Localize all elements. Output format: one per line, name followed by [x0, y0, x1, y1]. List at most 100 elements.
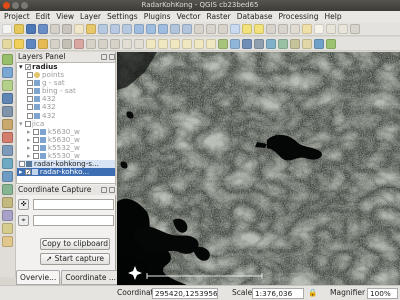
minimize-window-icon[interactable] [12, 2, 19, 9]
python-console-icon[interactable] [314, 38, 324, 49]
scale-lock-icon[interactable]: 🔒 [308, 286, 317, 300]
plugin-icon[interactable] [326, 38, 336, 49]
layer-tree-row[interactable]: 432 [17, 103, 115, 111]
menu-database[interactable]: Database [234, 11, 276, 22]
add-wms-icon[interactable] [2, 158, 13, 169]
select-icon[interactable] [242, 23, 252, 34]
save-edits-icon[interactable] [26, 38, 36, 49]
pin-label-icon[interactable] [158, 38, 168, 49]
menu-layer[interactable]: Layer [77, 11, 104, 22]
layer-checkbox[interactable] [32, 153, 39, 160]
open-project-icon[interactable] [14, 23, 24, 34]
measure-icon[interactable] [290, 23, 300, 34]
add-layer-icon[interactable] [2, 54, 13, 65]
layer-tree-row[interactable]: 432 [17, 95, 115, 103]
layer-checkbox[interactable] [24, 169, 31, 176]
current-edits-icon[interactable] [2, 38, 12, 49]
zoom-native-icon[interactable] [122, 23, 132, 34]
layer-checkbox[interactable] [32, 136, 39, 143]
layer-checkbox[interactable] [32, 144, 39, 151]
add-postgis-icon[interactable] [2, 93, 13, 104]
layout-manager-icon[interactable] [62, 23, 72, 34]
add-oracle-icon[interactable] [2, 132, 13, 143]
menu-settings[interactable]: Settings [104, 11, 141, 22]
menu-project[interactable]: Project [1, 11, 33, 22]
layer-tree-row[interactable]: ▾ radius [17, 63, 115, 71]
deselect-icon[interactable] [254, 23, 264, 34]
refresh-icon[interactable] [218, 23, 228, 34]
copy-to-clipboard-button[interactable]: Copy to clipboard [40, 238, 110, 250]
help-icon[interactable] [350, 23, 360, 34]
delete-selected-icon[interactable] [74, 38, 84, 49]
layer-checkbox[interactable] [27, 72, 33, 79]
new-map-view-icon[interactable] [194, 23, 204, 34]
layer-tree-row[interactable]: bing - sat [17, 87, 115, 95]
layer-tree-row[interactable]: points [17, 71, 115, 79]
menu-help[interactable]: Help [322, 11, 345, 22]
dock-float-icon[interactable] [101, 54, 107, 60]
crs-selector-icon[interactable]: ✜ [18, 198, 29, 210]
add-mesh-icon[interactable] [2, 80, 13, 91]
map-tips-icon[interactable] [314, 23, 324, 34]
move-label-icon[interactable] [182, 38, 192, 49]
coordinate-field-2[interactable] [33, 214, 114, 226]
print-layout-icon[interactable] [50, 23, 60, 34]
copy-features-icon[interactable] [98, 38, 108, 49]
zoom-selection-icon[interactable] [146, 23, 156, 34]
add-feature-icon[interactable] [38, 38, 48, 49]
new-shapefile-icon[interactable] [302, 38, 312, 49]
layer-checkbox[interactable] [27, 112, 33, 119]
layer-checkbox[interactable] [24, 120, 31, 127]
node-tool-icon[interactable] [62, 38, 72, 49]
coordinate-field[interactable]: 295420,1253956 [152, 288, 218, 299]
change-label-icon[interactable] [206, 38, 216, 49]
maximize-window-icon[interactable] [21, 2, 28, 9]
dock-close-icon[interactable] [109, 187, 115, 193]
add-mssql-icon[interactable] [2, 119, 13, 130]
layer-tree-row[interactable]: ▸ radar-kohko... [17, 168, 115, 177]
zoom-out-icon[interactable] [110, 23, 120, 34]
layer-checkbox[interactable] [27, 96, 33, 103]
add-virtual-layer-icon[interactable] [2, 210, 13, 221]
add-postgis-layer-icon[interactable] [242, 38, 252, 49]
layer-checkbox[interactable] [27, 80, 33, 87]
toggle-editing-icon[interactable] [14, 38, 24, 49]
scale-field[interactable]: 1:376,036 [252, 288, 304, 299]
save-project-icon[interactable] [26, 23, 36, 34]
zoom-full-icon[interactable] [134, 23, 144, 34]
add-vector-layer-icon[interactable] [218, 38, 228, 49]
start-capture-button[interactable]: ➚ Start capture [40, 253, 110, 265]
add-wfs-layer-icon[interactable] [278, 38, 288, 49]
menu-view[interactable]: View [53, 11, 77, 22]
redo-icon[interactable] [134, 38, 144, 49]
dock-close-icon[interactable] [109, 54, 115, 60]
attribute-table-icon[interactable] [266, 23, 276, 34]
menu-raster[interactable]: Raster [203, 11, 233, 22]
text-annotation-icon[interactable] [338, 23, 348, 34]
zoom-in-icon[interactable] [98, 23, 108, 34]
label-tool-icon[interactable] [146, 38, 156, 49]
zoom-next-icon[interactable] [182, 23, 192, 34]
layer-checkbox[interactable] [19, 161, 25, 168]
save-as-icon[interactable] [38, 23, 48, 34]
cut-features-icon[interactable] [86, 38, 96, 49]
add-csv-layer-icon[interactable] [290, 38, 300, 49]
pan-to-selection-icon[interactable] [86, 23, 96, 34]
magnifier-field[interactable]: 100% [367, 288, 398, 299]
dock-float-icon[interactable] [101, 187, 107, 193]
show-hide-labels-icon[interactable] [170, 38, 180, 49]
menu-vector[interactable]: Vector [174, 11, 204, 22]
add-wfs-icon[interactable] [2, 184, 13, 195]
layer-checkbox[interactable] [32, 128, 39, 135]
zoom-last-icon[interactable] [170, 23, 180, 34]
layer-checkbox[interactable] [25, 64, 32, 70]
add-spatialite-layer-icon[interactable] [254, 38, 264, 49]
add-raster-layer-icon[interactable] [230, 38, 240, 49]
tab-coordinate-capture[interactable]: Coordinate ... [61, 270, 120, 285]
paste-features-icon[interactable] [110, 38, 120, 49]
rotate-label-icon[interactable] [194, 38, 204, 49]
crs-selector-icon[interactable]: ⌖ [18, 214, 29, 226]
annotation-icon[interactable] [302, 23, 312, 34]
add-db2-icon[interactable] [2, 145, 13, 156]
field-calculator-icon[interactable] [278, 23, 288, 34]
